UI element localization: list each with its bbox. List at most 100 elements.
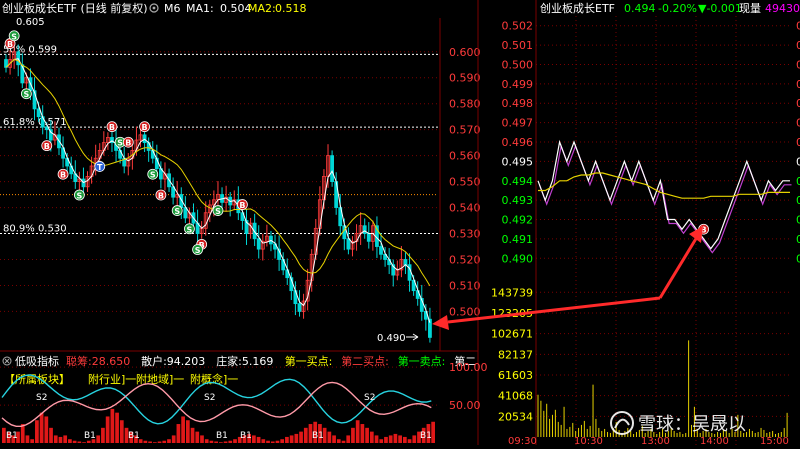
marker-letter: S: [11, 32, 17, 41]
marker-letter: B: [109, 123, 115, 132]
chip-bar: [257, 437, 261, 443]
chip-bar: [337, 439, 341, 443]
chip-bar: [224, 441, 228, 443]
chip-bar: [115, 413, 119, 443]
chip-bar: [35, 420, 39, 443]
volume-tick-label: 20534: [498, 410, 533, 423]
chip-bar: [403, 437, 407, 443]
intraday-tick-label: 0.497: [502, 117, 534, 130]
sell-marker: S: [148, 169, 158, 180]
chip-bar: [365, 428, 369, 443]
chip-bar: [233, 439, 237, 443]
chip-bar: [252, 435, 256, 443]
marker-letter: S: [215, 207, 221, 216]
chip-bar: [191, 428, 195, 443]
chip-bar: [304, 428, 308, 443]
sell-marker: S: [9, 31, 19, 42]
chip-bar: [158, 441, 162, 443]
buy-marker: B: [237, 200, 247, 211]
chip-bar: [210, 441, 214, 443]
indicator-values: 聪筹:28.650散户:94.203庄家:5.169第一买点:第二买点:第一卖点…: [66, 354, 476, 368]
chip-bar: [214, 441, 218, 443]
marker-letter: B: [142, 123, 148, 132]
chip-bar: [181, 416, 185, 443]
intraday-tick-label-right: 0: [796, 175, 800, 188]
price-tick-label: 0.520: [449, 254, 481, 267]
t-marker: T: [95, 161, 105, 172]
candle-body: [257, 239, 260, 249]
marker-letter: S: [174, 207, 180, 216]
signal-label: B1: [84, 431, 96, 441]
chip-bar: [412, 435, 416, 443]
intraday-tick-label-right: 0: [796, 58, 800, 71]
chip-bar: [120, 420, 124, 443]
chip-bar: [290, 435, 294, 443]
buy-marker: B: [140, 122, 150, 132]
volume-tick-label: 61603: [498, 369, 533, 382]
chip-bar: [96, 435, 100, 443]
intraday-tick-label-right: 0: [796, 233, 800, 246]
chip-bar: [172, 435, 176, 443]
fib-label: 80.9% 0.530: [3, 224, 67, 235]
chip-bar: [276, 441, 280, 443]
chip-bar: [167, 439, 171, 443]
buy-marker: B: [156, 190, 166, 201]
volume-tick-label: 41068: [498, 390, 533, 403]
chip-bar: [106, 416, 110, 443]
price-tick-label: 0.540: [449, 202, 481, 215]
chip-bar: [49, 428, 53, 443]
candle-body: [347, 239, 350, 249]
chip-bar: [375, 435, 379, 443]
low-price-label: 0.490: [377, 333, 406, 344]
chip-bar: [200, 435, 204, 443]
signal-label: B1: [216, 431, 228, 441]
marker-letter: B: [60, 171, 66, 180]
sector-tag: 附行业]一: [88, 372, 136, 386]
chip-bar: [361, 424, 365, 443]
chip-bar: [356, 420, 360, 443]
buy-marker: B: [42, 141, 52, 152]
chip-bar: [87, 441, 91, 443]
chip-bar: [111, 409, 115, 443]
chip-bar: [379, 439, 383, 443]
signal-label: B1: [420, 431, 432, 441]
indicator-item: 庄家:5.169: [216, 354, 273, 368]
sell-marker: S: [184, 224, 194, 235]
price-tick-label: 0.590: [449, 72, 481, 85]
price-tick-label: 0.500: [449, 305, 481, 318]
intraday-tick-label-right: 0: [796, 117, 800, 130]
ma2-value: 0.518: [275, 2, 307, 15]
indicator-item: 散户:94.203: [141, 354, 205, 368]
chip-bar: [285, 437, 289, 443]
chip-bar: [389, 435, 393, 443]
price-tick-label: 0.580: [449, 98, 481, 111]
marker-letter: S: [150, 171, 156, 180]
intraday-tick-label: 0.493: [502, 194, 534, 207]
marker-letter: S: [195, 246, 201, 255]
intraday-tick-label: 0.501: [502, 39, 534, 52]
ma1-value: 0.504: [220, 2, 252, 15]
chip-bar: [398, 435, 402, 443]
signal-label: S2: [204, 393, 215, 403]
chip-bar: [26, 435, 30, 443]
indicator-tick-label: 100.00: [449, 361, 488, 374]
intraday-tick-label-right: 0: [796, 252, 800, 265]
signal-label: B1: [240, 431, 252, 441]
chip-bar: [153, 442, 157, 443]
watermark-text: 雪球：吴晟以: [638, 414, 746, 435]
intraday-tick-label-right: 0: [796, 20, 800, 33]
time-tick-label: 15:00: [760, 436, 789, 445]
indicator-name: 低吸指标: [15, 354, 59, 368]
price-tick-label: 0.570: [449, 124, 481, 137]
chip-bar: [228, 441, 232, 443]
chip-bar: [82, 442, 86, 443]
intraday-change-pct: -0.20%: [658, 2, 697, 15]
sector-tag: 附概念]一: [190, 372, 238, 386]
intraday-tick-label: 0.499: [502, 78, 534, 91]
intraday-tick-label: 0.500: [502, 58, 534, 71]
indicator-tick-label: 50.00: [449, 399, 481, 412]
indicator-item: 第一卖点:: [398, 354, 446, 368]
intraday-change: ▼-0.001: [698, 2, 742, 15]
chip-bar: [73, 441, 77, 443]
price-tick-label: 0.560: [449, 150, 481, 163]
